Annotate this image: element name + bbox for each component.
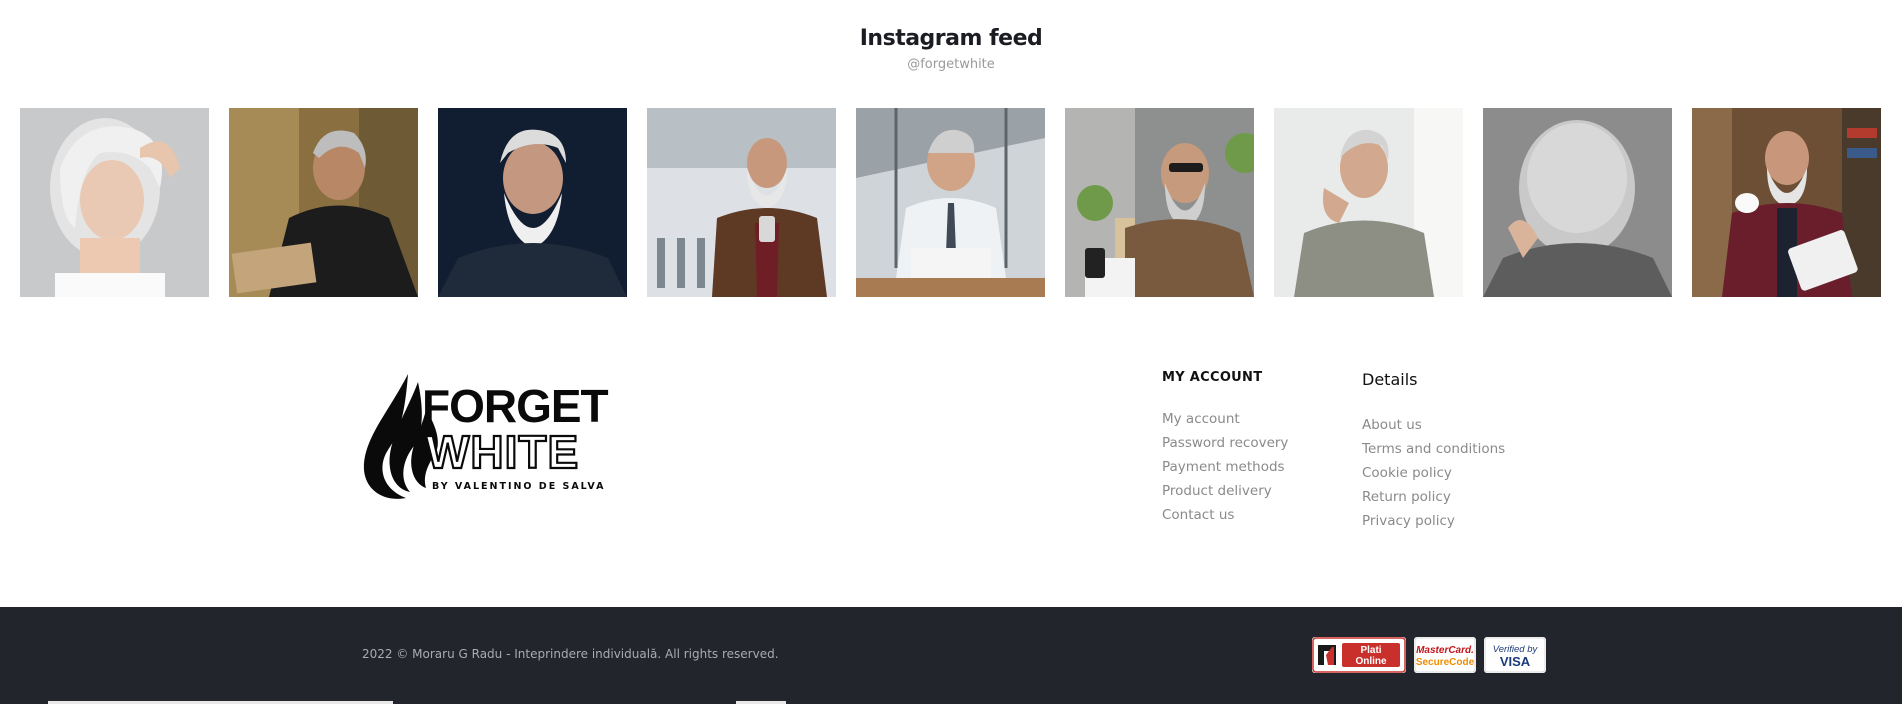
link-password-recovery[interactable]: Password recovery — [1162, 431, 1288, 455]
instagram-post-7[interactable] — [1274, 108, 1463, 297]
mastercard-icon: MasterCard. SecureCode — [1414, 637, 1476, 673]
mastercard-securecode-badge[interactable]: MasterCard. SecureCode — [1414, 637, 1476, 673]
forget-white-logo-graphic: FORGET WHITE BY VALENTINO DE SALVA — [363, 374, 610, 499]
my-account-column: MY ACCOUNT My account Password recovery … — [1162, 370, 1288, 527]
verified-by-visa-badge[interactable]: Verified by VISA — [1484, 637, 1546, 673]
link-about-us[interactable]: About us — [1362, 413, 1505, 437]
photo-icon — [20, 108, 209, 297]
link-return-policy[interactable]: Return policy — [1362, 485, 1505, 509]
instagram-post-1[interactable] — [20, 108, 209, 297]
link-product-delivery[interactable]: Product delivery — [1162, 479, 1288, 503]
details-column: Details About us Terms and conditions Co… — [1362, 370, 1505, 533]
svg-text:Plati: Plati — [1360, 645, 1381, 656]
svg-text:VISA: VISA — [1500, 654, 1531, 669]
visa-icon: Verified by VISA — [1484, 637, 1546, 673]
svg-text:FORGET: FORGET — [422, 380, 609, 432]
instagram-post-4[interactable] — [647, 108, 836, 297]
link-terms-and-conditions[interactable]: Terms and conditions — [1362, 437, 1505, 461]
footer-bar: 2022 © Moraru G Radu - Inteprindere indi… — [0, 607, 1902, 704]
instagram-post-5[interactable] — [856, 108, 1045, 297]
link-payment-methods[interactable]: Payment methods — [1162, 455, 1288, 479]
instagram-post-9[interactable] — [1692, 108, 1881, 297]
link-privacy-policy[interactable]: Privacy policy — [1362, 509, 1505, 533]
instagram-header: Instagram feed @forgetwhite — [0, 26, 1902, 72]
link-cookie-policy[interactable]: Cookie policy — [1362, 461, 1505, 485]
plati-online-icon: Plati Online — [1312, 637, 1406, 673]
instagram-post-6[interactable] — [1065, 108, 1254, 297]
instagram-title: Instagram feed — [859, 26, 1043, 51]
instagram-feed — [20, 108, 1884, 297]
details-links: About us Terms and conditions Cookie pol… — [1362, 413, 1505, 533]
link-contact-us[interactable]: Contact us — [1162, 503, 1288, 527]
forget-white-logo[interactable]: FORGET WHITE BY VALENTINO DE SALVA — [360, 370, 615, 502]
instagram-handle[interactable]: @forgetwhite — [0, 57, 1902, 72]
copyright-text: 2022 © Moraru G Radu - Inteprindere indi… — [362, 647, 779, 661]
instagram-post-8[interactable] — [1483, 108, 1672, 297]
instagram-post-2[interactable] — [229, 108, 418, 297]
svg-text:Online: Online — [1355, 656, 1387, 667]
svg-text:MasterCard.: MasterCard. — [1416, 645, 1474, 656]
svg-text:SecureCode: SecureCode — [1416, 657, 1475, 668]
details-title: Details — [1362, 370, 1418, 389]
payment-badges: Plati Online MasterCard. SecureCode Veri… — [1312, 637, 1546, 673]
my-account-links: My account Password recovery Payment met… — [1162, 407, 1288, 527]
svg-text:BY VALENTINO DE SALVA: BY VALENTINO DE SALVA — [432, 481, 606, 492]
my-account-title: MY ACCOUNT — [1162, 370, 1263, 385]
link-my-account[interactable]: My account — [1162, 407, 1288, 431]
instagram-post-3[interactable] — [438, 108, 627, 297]
svg-text:WHITE: WHITE — [426, 426, 579, 478]
plati-online-badge[interactable]: Plati Online — [1312, 637, 1406, 673]
